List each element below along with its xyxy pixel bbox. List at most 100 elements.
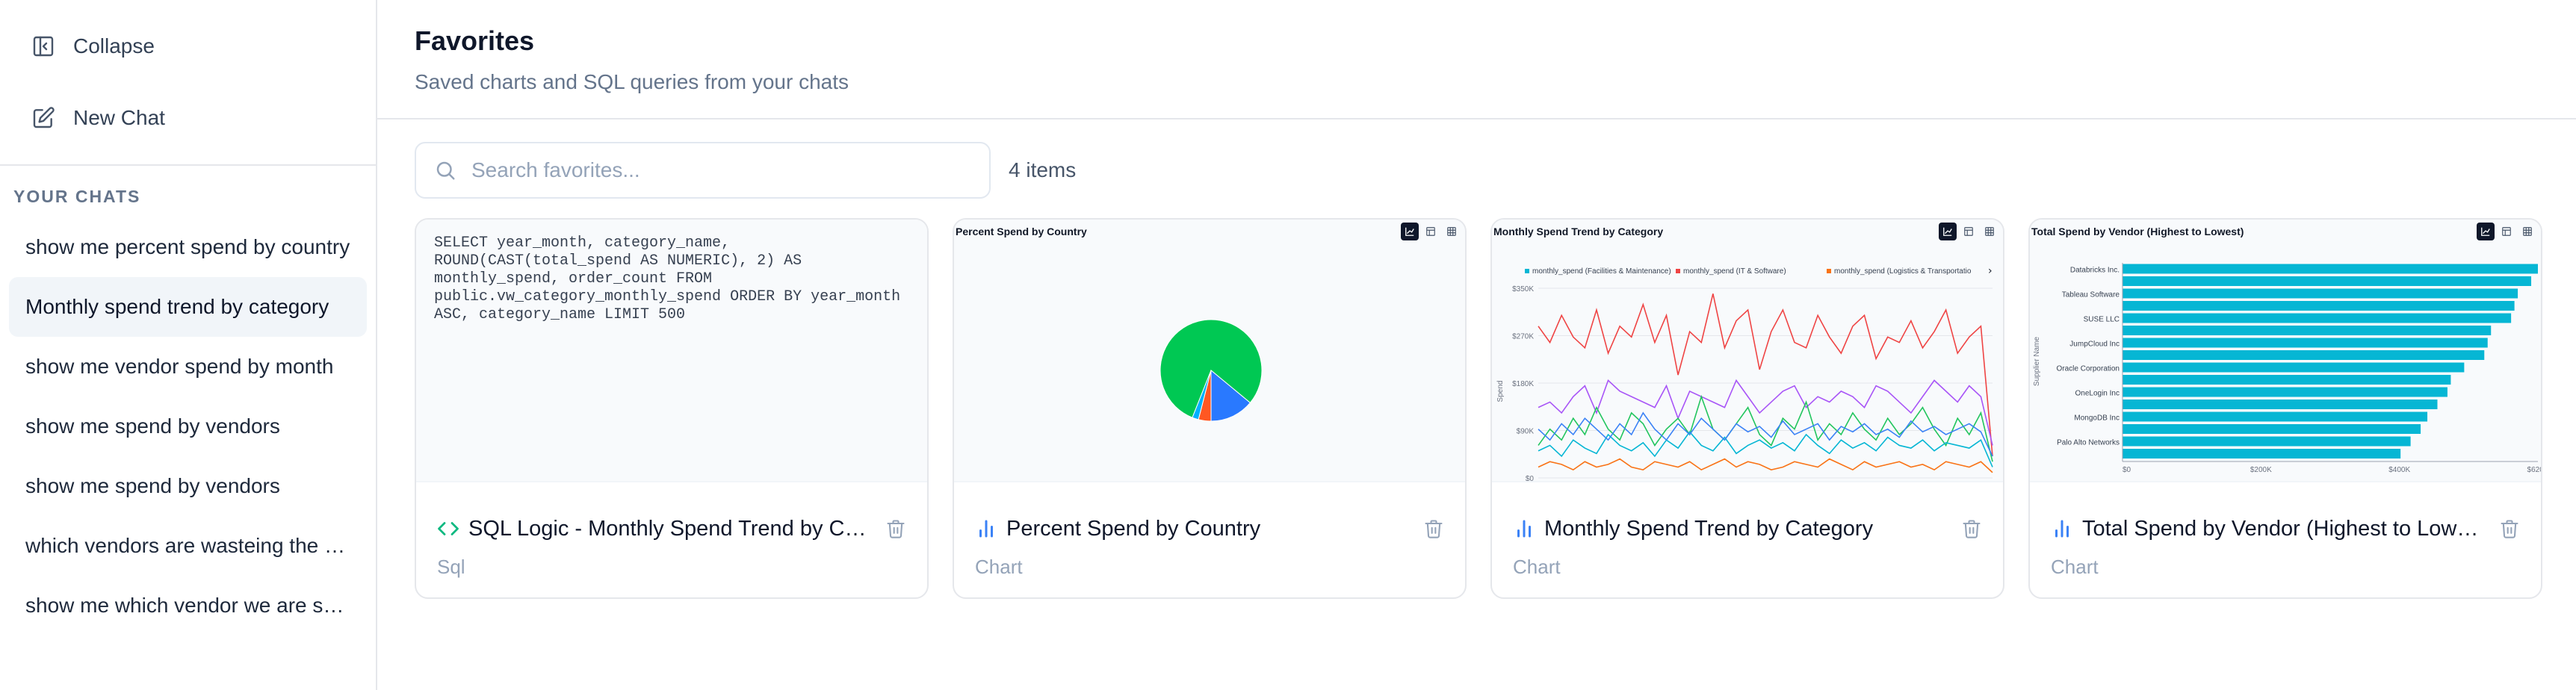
legend-swatch (1827, 269, 1831, 273)
chat-item[interactable]: show me which vendor we are spending on (9, 576, 367, 635)
bar-chart-icon (1517, 520, 1531, 538)
chat-list: show me percent spend by country Monthly… (0, 217, 376, 635)
collapse-label: Collapse (73, 34, 155, 58)
card-type: Chart (975, 556, 1023, 578)
vendor-bar (2123, 375, 2451, 385)
grid-view-icon (1985, 227, 1994, 236)
vendor-bar (2123, 350, 2485, 360)
card-footer: Monthly Spend Trend by Category Chart (1492, 503, 2003, 579)
chat-item-label: Monthly spend trend by category (25, 295, 329, 318)
main-content: Favorites Saved charts and SQL queries f… (377, 0, 2576, 690)
vendor-bar (2123, 276, 2532, 286)
y-tick-label: $0 (1526, 475, 1535, 482)
vendor-bar (2123, 411, 2428, 422)
series-line (1538, 379, 1993, 446)
legend-label: monthly_spend (Facilities & Maintenance) (1532, 267, 1671, 276)
edit-icon (33, 107, 55, 128)
vendor-bar (2123, 400, 2438, 409)
grid-view-toggle[interactable] (1981, 223, 1998, 240)
table-view-icon (1964, 227, 1973, 236)
grid-view-icon (2523, 227, 2532, 236)
chat-item-active[interactable]: Monthly spend trend by category (9, 277, 367, 337)
chat-item-label: show me vendor spend by month (25, 355, 334, 378)
chart-view-toggle[interactable] (2477, 223, 2495, 240)
favorite-card-bar-chart[interactable]: Total Spend by Vendor (Highest to Lowest… (2028, 218, 2542, 599)
card-title: SQL Logic - Monthly Spend Trend by Categ… (468, 516, 870, 541)
vendor-label: Oracle Corporation (2057, 364, 2120, 373)
y-tick-label: $350K (1512, 285, 1534, 293)
y-tick-label: $90K (1517, 428, 1535, 436)
series-line (1538, 431, 1993, 467)
chart-preview: Monthly Spend Trend by Category monthly_… (1492, 220, 2003, 482)
table-view-icon (1426, 227, 1435, 236)
favorite-card-sql[interactable]: SELECT year_month, category_name, ROUND(… (415, 218, 929, 599)
collapse-button[interactable]: Collapse (0, 10, 376, 82)
vendor-bar (2123, 449, 2401, 459)
chart-view-toggle[interactable] (1939, 223, 1957, 240)
page-header: Favorites Saved charts and SQL queries f… (377, 0, 2576, 119)
chart-view-icon (2481, 227, 2490, 236)
collapse-sidebar-icon (33, 36, 54, 57)
items-count: 4 items (1009, 158, 1077, 181)
vendor-label: MongoDB Inc (2074, 414, 2120, 422)
page-subtitle: Saved charts and SQL queries from your c… (415, 70, 849, 93)
x-tick-label: $200K (2250, 466, 2272, 474)
chat-item[interactable]: show me spend by vendors (9, 397, 367, 456)
trash-icon[interactable] (885, 518, 906, 539)
vendor-bar (2123, 301, 2515, 311)
y-tick-label: $180K (1512, 380, 1534, 388)
favorites-grid: SELECT year_month, category_name, ROUND(… (377, 199, 2576, 599)
table-view-toggle[interactable] (1960, 223, 1978, 240)
chat-item[interactable]: which vendors are wasteing the most mone… (9, 516, 367, 576)
your-chats-heading: YOUR CHATS (13, 187, 141, 206)
vendor-label: Databricks Inc. (2070, 266, 2120, 274)
vendor-bar (2123, 313, 2512, 323)
chat-item-label: show me spend by vendors (25, 414, 280, 438)
vendor-bar (2123, 436, 2411, 447)
legend-swatch (1676, 269, 1680, 273)
chart-preview: Percent Spend by Country (954, 220, 1465, 482)
legend-label: monthly_spend (IT & Software) (1683, 267, 1786, 276)
new-chat-button[interactable]: New Chat (0, 82, 376, 154)
legend-next-icon: › (1988, 265, 1993, 277)
table-view-icon (2502, 227, 2511, 236)
trash-icon[interactable] (2499, 518, 2520, 539)
x-tick-label: $400K (2388, 466, 2410, 474)
vendor-label: Palo Alto Networks (2057, 438, 2120, 447)
card-title-row: Total Spend by Vendor (Highest to Lowest… (2051, 503, 2520, 554)
grid-view-toggle[interactable] (2518, 223, 2536, 240)
chart-preview-title: Total Spend by Vendor (Highest to Lowest… (2031, 226, 2244, 237)
pie-chart (1159, 319, 1263, 422)
card-type: Chart (1513, 556, 1561, 578)
chat-item[interactable]: show me percent spend by country (9, 217, 367, 277)
chart-view-toggle[interactable] (1401, 223, 1419, 240)
vendor-label: JumpCloud Inc (2069, 340, 2120, 348)
grid-view-icon (1447, 227, 1456, 236)
card-footer: SQL Logic - Monthly Spend Trend by Categ… (416, 503, 927, 579)
favorite-card-pie-chart[interactable]: Percent Spend by Country Percent Spend b… (953, 218, 1467, 599)
search-icon (436, 161, 455, 180)
vendor-bar (2123, 362, 2465, 373)
table-view-toggle[interactable] (2498, 223, 2515, 240)
favorite-card-line-chart[interactable]: Monthly Spend Trend by Category monthly_… (1490, 218, 2004, 599)
search-box[interactable] (415, 142, 991, 199)
table-view-toggle[interactable] (1422, 223, 1440, 240)
card-title: Percent Spend by Country (1006, 516, 1261, 541)
trash-icon[interactable] (1423, 518, 1444, 539)
chat-item-label: show me percent spend by country (25, 235, 350, 258)
series-line (1538, 411, 1993, 457)
legend-label: monthly_spend (Logistics & Transportatio (1834, 267, 1972, 276)
chat-item[interactable]: show me spend by vendors (9, 456, 367, 516)
card-type: Sql (437, 556, 465, 578)
grid-view-toggle[interactable] (1443, 223, 1461, 240)
card-type: Chart (2051, 556, 2099, 578)
chat-item-label: show me which vendor we are spending on (25, 594, 350, 617)
vendor-label: OneLogin Inc (2075, 389, 2120, 397)
bar-chart-icon (2055, 520, 2069, 538)
chart-view-toggles (2477, 223, 2536, 240)
search-input[interactable] (471, 158, 950, 182)
bar-chart-icon (979, 520, 993, 538)
chat-item[interactable]: show me vendor spend by month (9, 337, 367, 397)
trash-icon[interactable] (1961, 518, 1982, 539)
vendor-label: Tableau Software (2062, 290, 2120, 299)
